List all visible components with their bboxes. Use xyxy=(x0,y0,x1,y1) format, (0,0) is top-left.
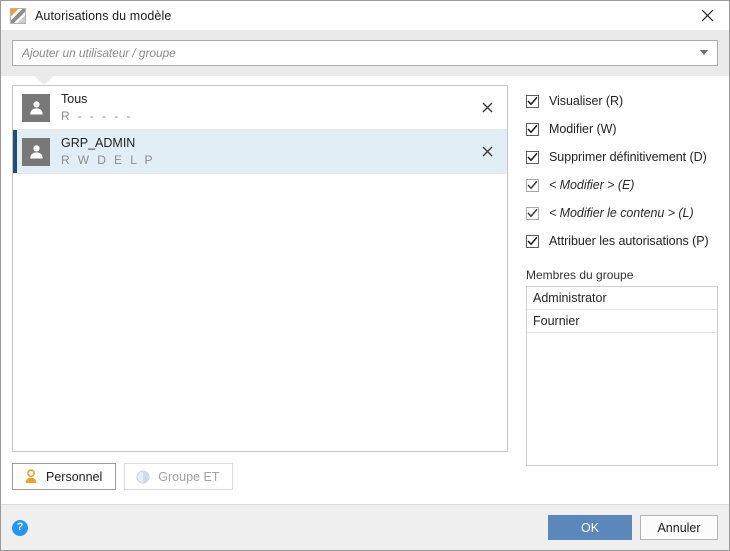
principal-name: GRP_ADMIN xyxy=(61,135,136,150)
check-icon xyxy=(527,208,538,218)
check-icon xyxy=(527,152,538,162)
principal-texts: Tous R - - - - - xyxy=(61,92,472,124)
group-circle-icon xyxy=(135,469,151,485)
groupe-et-source-button[interactable]: Groupe ET xyxy=(124,463,234,490)
user-avatar-icon xyxy=(22,137,50,166)
principal-permission-codes: R W D E L P xyxy=(61,152,155,167)
help-icon[interactable]: ? xyxy=(12,519,28,536)
list-pointer-triangle xyxy=(33,75,55,85)
permission-row[interactable]: Attribuer les autorisations (P) xyxy=(526,227,718,255)
selection-indicator xyxy=(13,130,17,173)
groupe-et-source-label: Groupe ET xyxy=(158,469,220,484)
cancel-button[interactable]: Annuler xyxy=(640,515,718,540)
group-members-title: Membres du groupe xyxy=(526,268,634,282)
add-principal-input[interactable] xyxy=(22,46,697,60)
principal-name: Tous xyxy=(61,91,88,106)
permission-checkbox[interactable] xyxy=(526,206,539,220)
permission-label: Supprimer définitivement (D) xyxy=(549,150,707,164)
permission-checkbox[interactable] xyxy=(526,150,539,164)
permissions-column: Visualiser (R) Modifier (W) Supprimer dé… xyxy=(526,85,718,504)
permission-label: < Modifier > (E) xyxy=(549,178,635,192)
principal-source-buttons: Personnel Groupe ET xyxy=(12,463,508,490)
person-glyph-icon xyxy=(25,469,37,483)
list-item[interactable]: GRP_ADMIN R W D E L P xyxy=(13,130,507,174)
check-icon xyxy=(527,180,538,190)
permission-row[interactable]: < Modifier le contenu > (L) xyxy=(526,199,718,227)
permission-checkbox[interactable] xyxy=(526,94,539,108)
ok-button[interactable]: OK xyxy=(548,515,632,540)
remove-principal-button[interactable] xyxy=(472,137,502,167)
list-item[interactable]: Administrator xyxy=(527,287,717,310)
page-title: Autorisations du modèle xyxy=(35,8,172,23)
close-icon xyxy=(701,9,713,22)
model-permissions-dialog: Autorisations du modèle Ajouter un utili… xyxy=(0,0,730,551)
check-icon xyxy=(527,124,538,134)
permission-row[interactable]: < Modifier > (E) xyxy=(526,171,718,199)
list-item[interactable]: Tous R - - - - - xyxy=(13,86,507,130)
principals-column: Tous R - - - - - GRP_ADMIN R W D E L P P… xyxy=(12,85,508,504)
add-principal-combobox[interactable] xyxy=(12,40,718,66)
dialog-body: Tous R - - - - - GRP_ADMIN R W D E L P P… xyxy=(1,76,729,504)
close-window-button[interactable] xyxy=(685,1,729,30)
permission-label: Visualiser (R) xyxy=(549,94,624,108)
permission-checkbox[interactable] xyxy=(526,122,539,136)
principal-permission-codes: R - - - - - xyxy=(61,108,133,123)
permission-checkbox[interactable] xyxy=(526,234,539,248)
person-icon xyxy=(23,469,39,485)
check-icon xyxy=(527,96,538,106)
add-principal-band xyxy=(1,30,729,85)
user-glyph-icon xyxy=(29,101,43,115)
group-circle-glyph-icon xyxy=(136,470,150,483)
permission-row[interactable]: Supprimer définitivement (D) xyxy=(526,143,718,171)
permission-label: < Modifier le contenu > (L) xyxy=(549,206,694,220)
permission-row[interactable]: Visualiser (R) xyxy=(526,87,718,115)
principals-list[interactable]: Tous R - - - - - GRP_ADMIN R W D E L P xyxy=(12,85,508,452)
principal-texts: GRP_ADMIN R W D E L P xyxy=(61,136,472,168)
personnel-source-button[interactable]: Personnel xyxy=(12,463,117,490)
title-bar: Autorisations du modèle xyxy=(1,1,729,30)
close-icon xyxy=(482,102,492,113)
chevron-down-icon xyxy=(700,50,708,55)
permission-label: Attribuer les autorisations (P) xyxy=(549,234,709,248)
check-icon xyxy=(527,236,538,246)
model-permissions-icon xyxy=(10,7,26,24)
dropdown-toggle[interactable] xyxy=(697,46,711,60)
group-members-list[interactable]: Administrator Fournier xyxy=(526,286,718,466)
close-icon xyxy=(482,146,492,157)
user-avatar-icon xyxy=(22,93,50,122)
permission-label: Modifier (W) xyxy=(549,122,617,136)
list-item[interactable]: Fournier xyxy=(527,310,717,333)
user-glyph-icon xyxy=(29,145,43,159)
remove-principal-button[interactable] xyxy=(472,93,502,123)
dialog-footer: ? OK Annuler xyxy=(1,504,729,550)
permission-checkbox[interactable] xyxy=(526,178,539,192)
personnel-source-label: Personnel xyxy=(46,469,103,484)
permission-row[interactable]: Modifier (W) xyxy=(526,115,718,143)
